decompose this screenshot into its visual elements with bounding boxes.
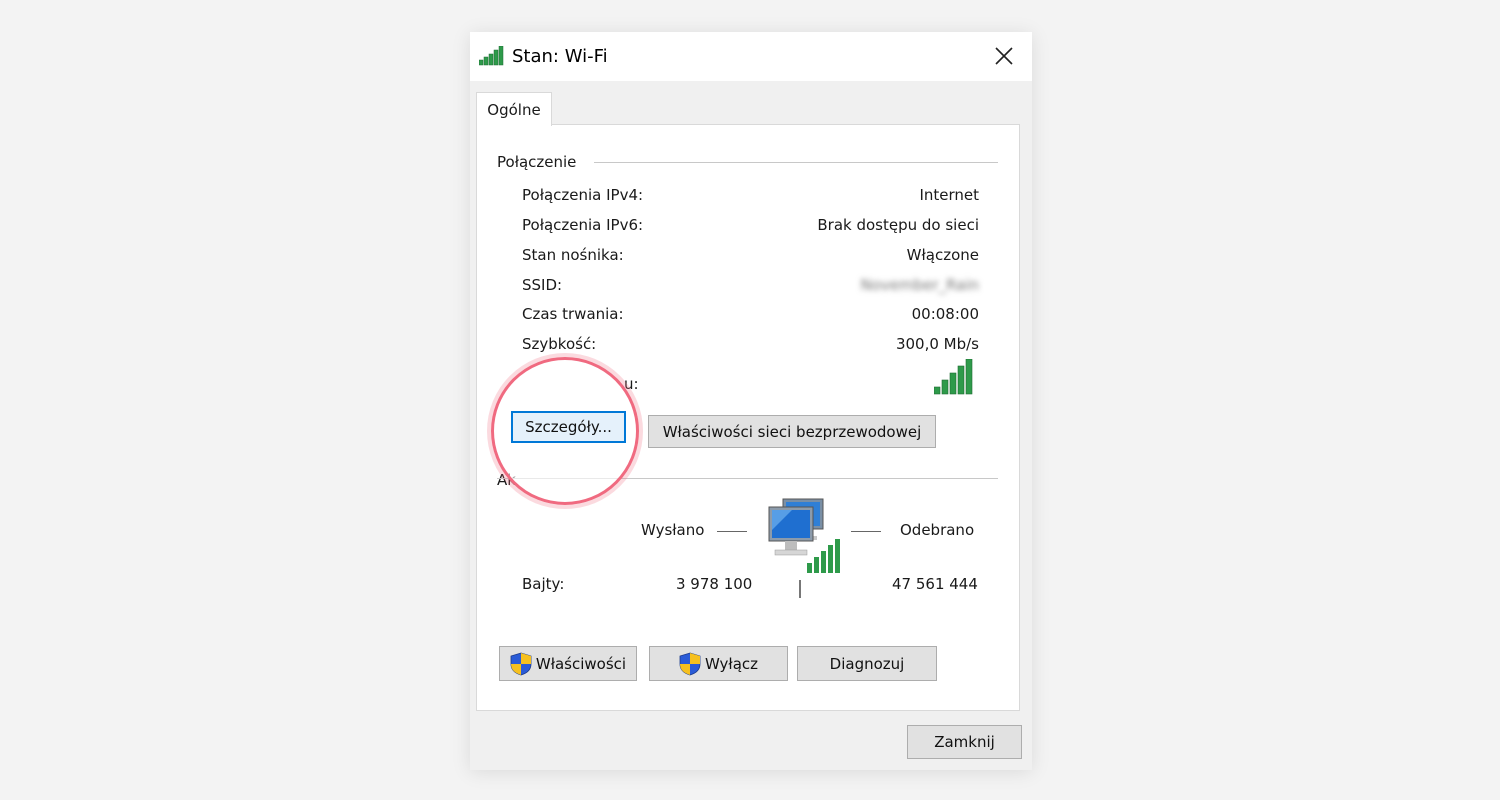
- properties-button[interactable]: Właściwości: [499, 646, 637, 681]
- close-window-button[interactable]: [984, 40, 1024, 72]
- network-computers-icon: [767, 497, 847, 581]
- window-title: Stan: Wi-Fi: [512, 46, 608, 67]
- details-button[interactable]: Szczegóły...: [511, 411, 626, 443]
- properties-button-label: Właściwości: [535, 654, 627, 673]
- uac-shield-icon: [510, 652, 532, 675]
- speed-value: 300,0 Mb/s: [895, 335, 979, 353]
- received-label: Odebrano: [900, 521, 975, 539]
- signal-strength-icon: [933, 358, 974, 399]
- close-button[interactable]: Zamknij: [907, 725, 1022, 759]
- sent-label: Wysłano: [641, 521, 705, 539]
- title-bar: Stan: Wi-Fi: [470, 32, 1032, 81]
- sent-line: [717, 531, 747, 532]
- tab-general[interactable]: Ogólne: [476, 92, 552, 126]
- disable-button-label: Wyłącz: [704, 654, 759, 673]
- ipv4-value: Internet: [919, 186, 979, 204]
- wifi-signal-icon: [478, 45, 507, 70]
- duration-value: 00:08:00: [911, 305, 979, 323]
- media-state-value: Włączone: [906, 246, 979, 264]
- ssid-value: November_Rain: [860, 276, 980, 294]
- media-state-label: Stan nośnika:: [522, 246, 624, 264]
- received-line: [851, 531, 881, 532]
- group-divider: [594, 162, 998, 163]
- bytes-sent-value: 3 978 100: [676, 575, 753, 593]
- disable-button[interactable]: Wyłącz: [649, 646, 788, 681]
- ipv4-label: Połączenia IPv4:: [522, 186, 644, 204]
- ipv6-value: Brak dostępu do sieci: [817, 216, 979, 234]
- diagnose-button[interactable]: Diagnozuj: [797, 646, 937, 681]
- bytes-received-value: 47 561 444: [892, 575, 978, 593]
- close-icon: [995, 47, 1013, 65]
- activity-separator: [799, 580, 801, 598]
- uac-shield-icon: [679, 652, 701, 675]
- ssid-label: SSID:: [522, 276, 563, 294]
- speed-label: Szybkość:: [522, 335, 597, 353]
- wireless-properties-button[interactable]: Właściwości sieci bezprzewodowej: [648, 415, 936, 448]
- ipv6-label: Połączenia IPv6:: [522, 216, 644, 234]
- bytes-label: Bajty:: [522, 575, 565, 593]
- duration-label: Czas trwania:: [522, 305, 624, 323]
- connection-group-title: Połączenie: [497, 153, 585, 171]
